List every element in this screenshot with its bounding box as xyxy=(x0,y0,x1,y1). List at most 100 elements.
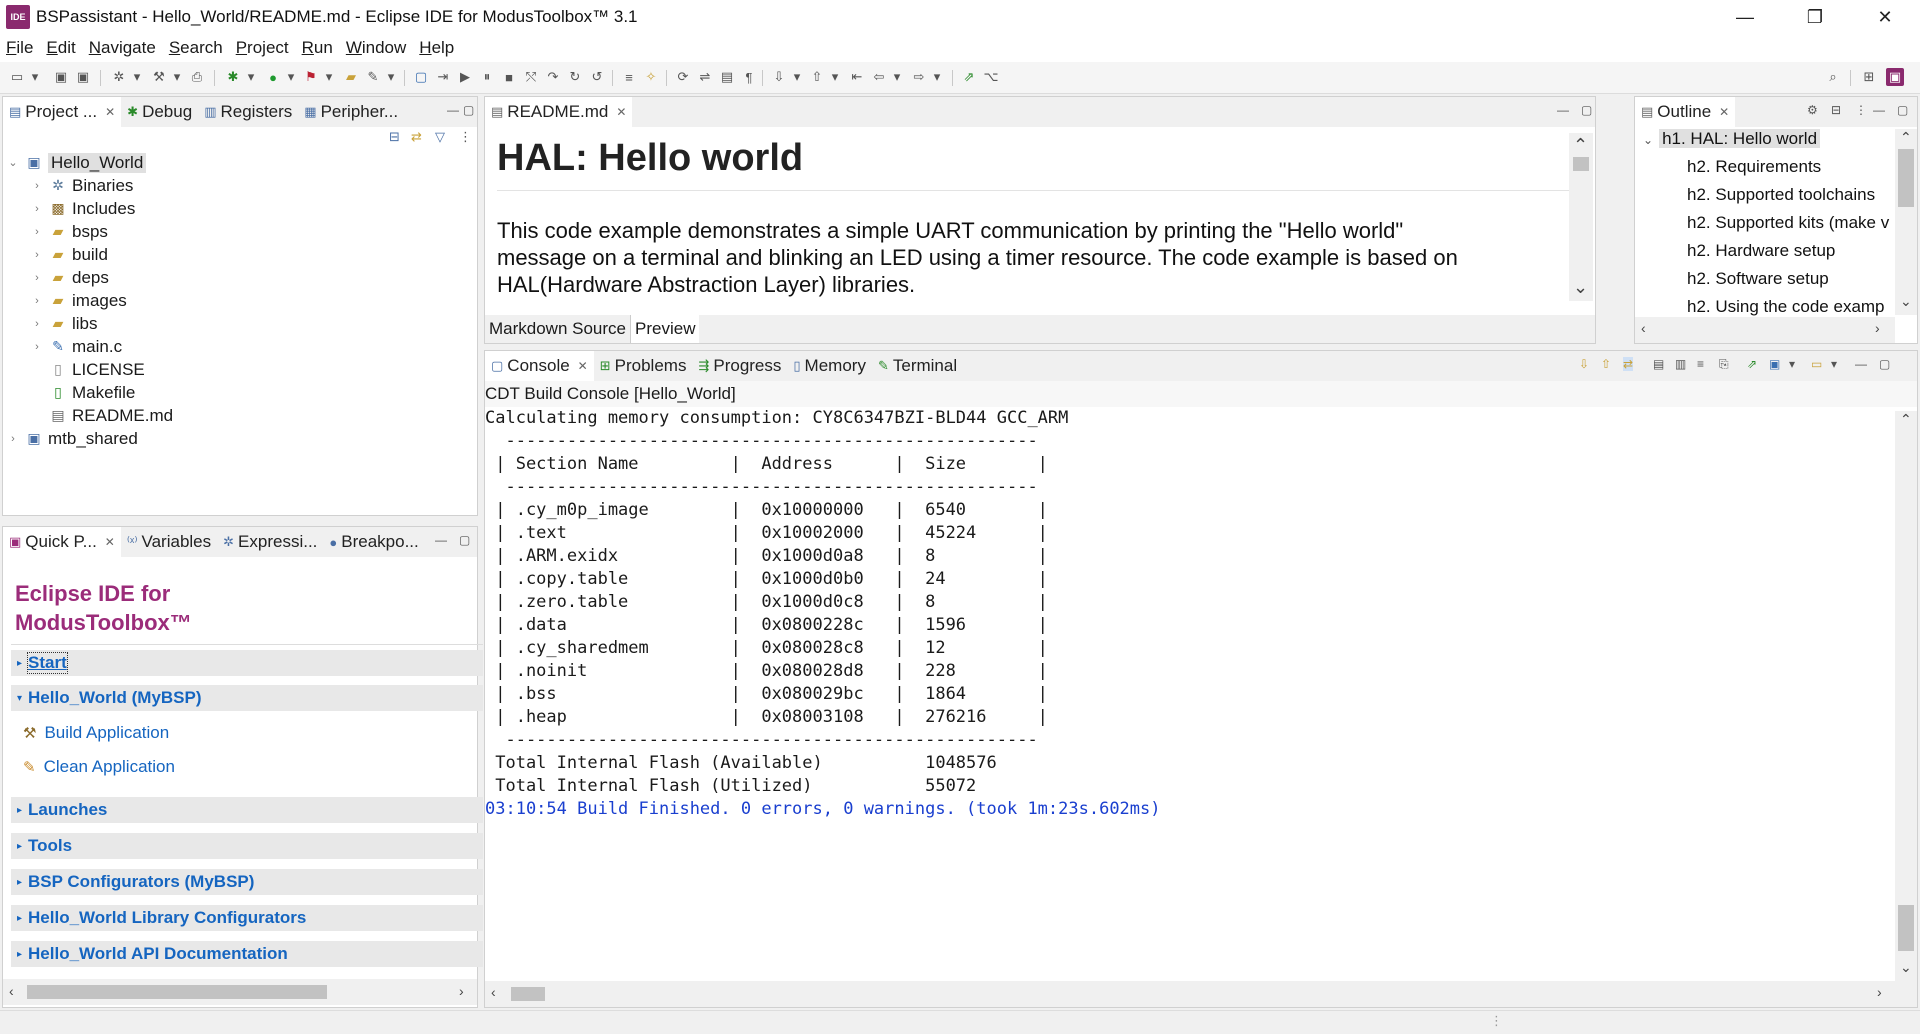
scroll-down-icon[interactable]: ⌄ xyxy=(1900,293,1912,310)
horizontal-scrollbar[interactable]: ‹ › xyxy=(3,979,477,1005)
step-return-icon[interactable]: ↺ xyxy=(588,68,606,86)
print-icon[interactable]: ⎙ xyxy=(188,68,206,86)
tab-memory[interactable]: ▯ Memory xyxy=(787,351,872,381)
scroll-left-icon[interactable]: ‹ xyxy=(1641,320,1646,336)
tree-item-readme[interactable]: ▤ README.md xyxy=(49,404,173,427)
word-wrap-console-icon[interactable]: ≡ xyxy=(1697,357,1704,371)
restore-button[interactable]: ❐ xyxy=(1780,0,1850,34)
terminal-toolbar-icon[interactable]: ▢ xyxy=(412,68,430,86)
tab-breakpoints[interactable]: ● Breakpo... xyxy=(323,527,424,557)
format-icon[interactable]: ≡ xyxy=(620,68,638,86)
chevron-right-icon[interactable]: › xyxy=(31,318,43,330)
scroll-up-icon[interactable]: ⌃ xyxy=(1900,411,1912,428)
tree-item-mtb-shared[interactable]: › ▣ mtb_shared xyxy=(7,427,138,450)
suspend-icon[interactable]: ⏸ xyxy=(478,68,496,86)
tab-quick-panel[interactable]: ▣ Quick P... ✕ xyxy=(3,527,121,557)
outline-item-h1[interactable]: ⌄ h1. HAL: Hello world xyxy=(1643,129,1821,152)
next-annotation-icon[interactable]: ⇩ xyxy=(770,68,788,86)
console-horizontal-scrollbar[interactable]: ‹ › xyxy=(485,981,1917,1007)
tab-registers[interactable]: ▥ Registers xyxy=(198,97,298,127)
outline-item-toolchains[interactable]: h2. Supported toolchains xyxy=(1687,185,1875,208)
chevron-down-icon[interactable]: ⌄ xyxy=(7,156,19,169)
outline-item-requirements[interactable]: h2. Requirements xyxy=(1687,157,1821,180)
section-hello-world-mybsp[interactable]: ▾ Hello_World (MyBSP) xyxy=(11,685,483,711)
scroll-right-icon[interactable]: › xyxy=(459,983,464,999)
tree-item-binaries[interactable]: › ✲ Binaries xyxy=(31,174,133,197)
last-edit-icon[interactable]: ⇤ xyxy=(848,68,866,86)
close-button[interactable]: ✕ xyxy=(1850,0,1920,34)
open-console-icon[interactable]: ⇗ xyxy=(1747,357,1757,371)
maximize-panel-icon[interactable]: ▢ xyxy=(1879,357,1890,371)
menu-help[interactable]: Help xyxy=(419,38,454,58)
pin-icon[interactable]: ✎ xyxy=(364,68,382,86)
scroll-thumb[interactable] xyxy=(27,985,327,999)
tree-item-build[interactable]: › ▰ build xyxy=(31,243,108,266)
tree-item-deps[interactable]: › ▰ deps xyxy=(31,266,109,289)
tree-item-makefile[interactable]: ▯ Makefile xyxy=(49,381,135,404)
resume-icon[interactable]: ▶ xyxy=(456,68,474,86)
disconnect-icon[interactable]: ⤲ xyxy=(522,68,540,86)
tree-item-images[interactable]: › ▰ images xyxy=(31,289,127,312)
tab-terminal[interactable]: ✎ Terminal xyxy=(872,351,963,381)
scroll-up-icon[interactable]: ⌃ xyxy=(1900,129,1912,146)
tab-problems[interactable]: ⊞ Problems xyxy=(594,351,693,381)
minimize-button[interactable]: — xyxy=(1710,0,1780,34)
tree-item-libs[interactable]: › ▰ libs xyxy=(31,312,97,335)
clear-console-icon[interactable]: ▤ xyxy=(1653,357,1664,371)
clean-application-link[interactable]: ✎ Clean Application xyxy=(23,757,175,777)
link-icon[interactable]: ⇄ xyxy=(1623,357,1634,371)
maximize-panel-icon[interactable]: ▢ xyxy=(463,103,474,117)
tab-debug[interactable]: ✱ Debug xyxy=(121,97,198,127)
view-menu-icon[interactable]: ⋮ xyxy=(1855,103,1867,117)
prev-annotation-icon[interactable]: ⇧ xyxy=(808,68,826,86)
maximize-panel-icon[interactable]: ▢ xyxy=(1581,103,1592,117)
menu-project[interactable]: Project xyxy=(236,38,289,58)
run-icon[interactable]: ● xyxy=(264,68,282,86)
chevron-right-icon[interactable]: › xyxy=(31,341,43,353)
external-tools-icon[interactable]: ⚑ xyxy=(302,68,320,86)
new-icon[interactable]: ▭ xyxy=(8,68,26,86)
open-folder-icon[interactable]: ▰ xyxy=(342,68,360,86)
external-tools-dropdown-icon[interactable]: ▾ xyxy=(324,68,334,86)
link-with-editor-icon[interactable]: ⇄ xyxy=(411,129,422,145)
tab-variables[interactable]: ⁽ˣ⁾ Variables xyxy=(121,527,217,557)
step-into-icon[interactable]: ↷ xyxy=(544,68,562,86)
build-icon[interactable]: ⚒ xyxy=(150,68,168,86)
chevron-right-icon[interactable]: › xyxy=(31,226,43,238)
outline-horizontal-scrollbar[interactable]: ‹ › xyxy=(1635,317,1895,343)
tree-item-bsps[interactable]: › ▰ bsps xyxy=(31,220,108,243)
scroll-down-icon[interactable]: ⌄ xyxy=(1573,277,1588,298)
section-start[interactable]: ▸ Start xyxy=(11,650,483,676)
tree-item-main-c[interactable]: › ✎ main.c xyxy=(31,335,122,358)
pin-editor-icon[interactable]: ⇗ xyxy=(960,68,978,86)
run-dropdown-icon[interactable]: ▾ xyxy=(286,68,296,86)
chevron-right-icon[interactable]: › xyxy=(31,203,43,215)
search-icon[interactable]: ⌕ xyxy=(1824,68,1842,86)
chevron-right-icon[interactable]: › xyxy=(31,272,43,284)
prev-annotation-dropdown-icon[interactable]: ▾ xyxy=(830,68,840,86)
outline-vertical-scrollbar[interactable]: ⌃ ⌄ xyxy=(1895,129,1917,315)
settings-icon[interactable]: ✲ xyxy=(110,68,128,86)
collapse-all-icon[interactable]: ⊟ xyxy=(389,129,400,145)
scroll-thumb[interactable] xyxy=(1898,149,1914,207)
display-console-icon[interactable]: ▣ xyxy=(1769,357,1780,371)
tab-peripherals[interactable]: ▦ Peripher... xyxy=(298,97,404,127)
filter-icon[interactable]: ▽ xyxy=(435,129,445,145)
new-console-dropdown-icon[interactable]: ▾ xyxy=(1831,357,1837,371)
chevron-right-icon[interactable]: › xyxy=(31,180,43,192)
minimize-panel-icon[interactable]: — xyxy=(1855,357,1867,371)
settings-dropdown-icon[interactable]: ▾ xyxy=(132,68,142,86)
tab-markdown-source[interactable]: Markdown Source xyxy=(485,315,632,343)
tab-console[interactable]: ▢ Console ✕ xyxy=(485,351,594,381)
tab-readme[interactable]: ▤ README.md ✕ xyxy=(485,97,633,127)
tab-preview[interactable]: Preview xyxy=(631,315,700,343)
close-icon[interactable]: ✕ xyxy=(616,105,626,119)
menu-run[interactable]: Run xyxy=(302,38,333,58)
display-console-dropdown-icon[interactable]: ▾ xyxy=(1789,357,1795,371)
save-icon[interactable]: ▣ xyxy=(52,68,70,86)
minimize-panel-icon[interactable]: — xyxy=(447,103,459,117)
menu-edit[interactable]: Edit xyxy=(46,38,75,58)
pin-dropdown-icon[interactable]: ▾ xyxy=(386,68,396,86)
forward-icon[interactable]: ⇨ xyxy=(910,68,928,86)
scroll-thumb[interactable] xyxy=(1898,905,1914,951)
